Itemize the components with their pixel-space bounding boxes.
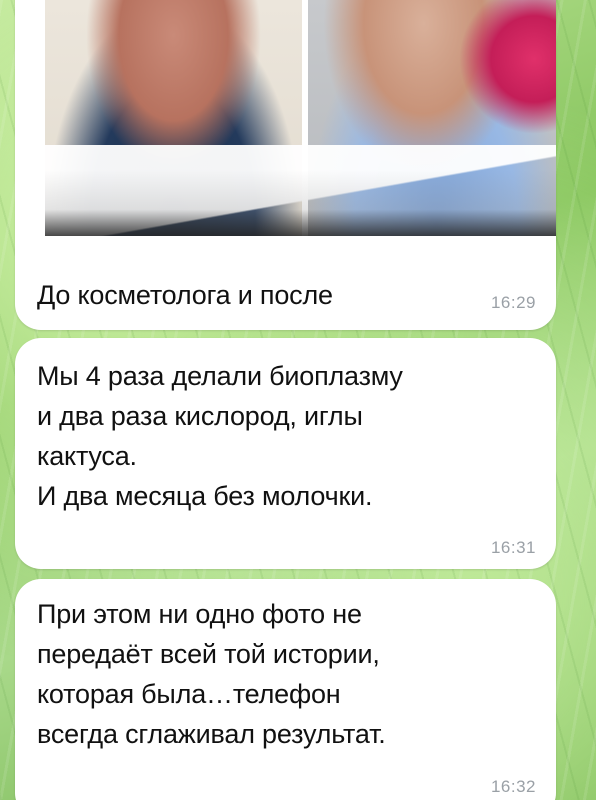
message-line: И два месяца без молочки. bbox=[37, 481, 373, 511]
message-line: и два раза кислород, иглы bbox=[37, 401, 363, 431]
photo-caption: До косметолога и после bbox=[37, 280, 333, 310]
message-timestamp: 16:32 bbox=[490, 777, 536, 796]
text-message-bubble[interactable]: При этом ни одно фото не передаёт всей т… bbox=[15, 579, 556, 800]
message-timestamp: 16:31 bbox=[490, 538, 536, 557]
photo-message-bubble[interactable]: До косметолога и после 16:29 bbox=[15, 0, 556, 330]
message-line: При этом ни одно фото не bbox=[37, 599, 362, 629]
message-text: При этом ни одно фото не передаёт всей т… bbox=[37, 594, 547, 754]
message-timestamp: 16:29 bbox=[490, 293, 536, 312]
message-text: Мы 4 раза делали биоплазму и два раза ки… bbox=[37, 356, 547, 516]
message-line: которая была…телефон bbox=[37, 679, 341, 709]
message-line: всегда сглаживал результат. bbox=[37, 719, 386, 749]
message-line: кактуса. bbox=[37, 441, 137, 471]
message-line: Мы 4 раза делали биоплазму bbox=[37, 361, 403, 391]
message-line: передаёт всей той истории, bbox=[37, 639, 380, 669]
text-message-bubble[interactable]: Мы 4 раза делали биоплазму и два раза ки… bbox=[15, 338, 556, 569]
photo-shadow bbox=[45, 170, 556, 236]
